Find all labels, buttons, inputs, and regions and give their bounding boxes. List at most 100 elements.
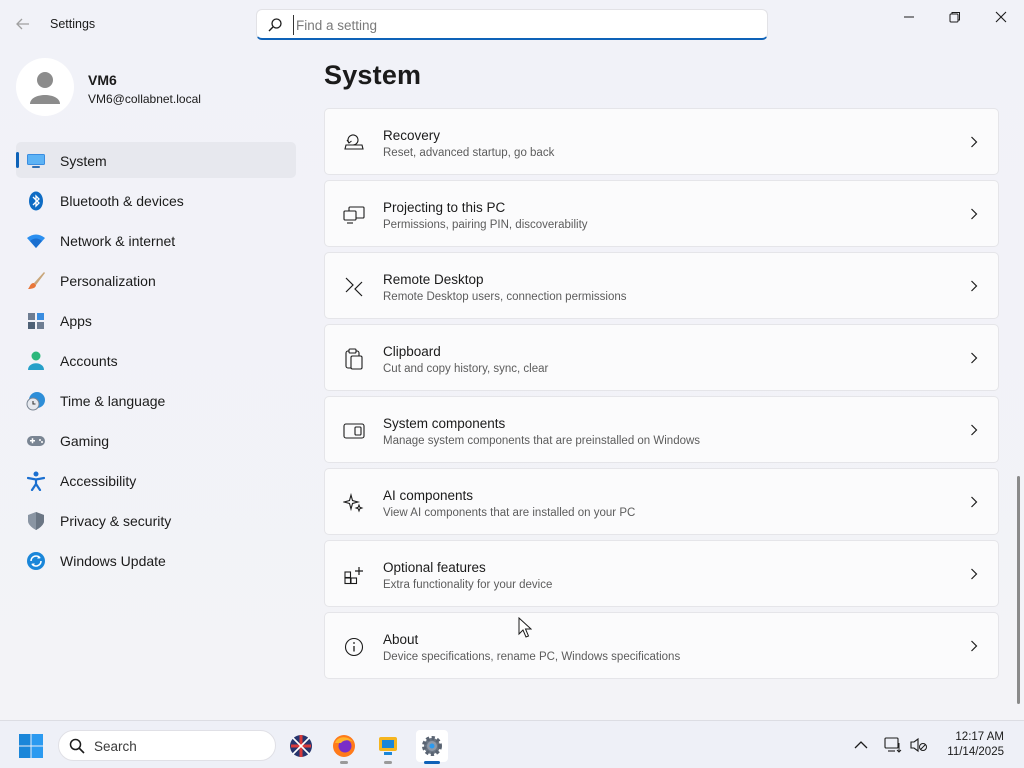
sidebar-item-privacy-security[interactable]: Privacy & security — [16, 502, 296, 538]
sidebar-item-label: Accessibility — [60, 473, 137, 489]
mouse-cursor-icon — [518, 617, 532, 638]
card-title: AI components — [383, 488, 474, 503]
sidebar-item-label: Privacy & security — [60, 513, 172, 529]
network-status-icon[interactable] — [884, 736, 902, 754]
sidebar-item-system[interactable]: System — [16, 142, 296, 178]
apps-icon — [26, 311, 46, 331]
running-indicator — [424, 761, 440, 764]
settings-card-list: Recovery Reset, advanced startup, go bac… — [324, 108, 999, 684]
restore-icon — [949, 12, 960, 23]
profile-email: VM6@collabnet.local — [88, 92, 201, 106]
card-system-components[interactable]: System components Manage system componen… — [324, 396, 999, 463]
card-title: Remote Desktop — [383, 272, 484, 287]
card-description: Manage system components that are preins… — [383, 435, 701, 447]
person-icon — [26, 351, 46, 371]
sidebar-item-label: Personalization — [60, 273, 156, 289]
app-title: Settings — [50, 17, 96, 31]
sidebar-item-gaming[interactable]: Gaming — [16, 422, 296, 458]
card-description: Reset, advanced startup, go back — [383, 147, 555, 159]
profile-name: VM6 — [88, 72, 117, 88]
sidebar-item-label: System — [60, 153, 107, 169]
back-arrow-icon — [16, 18, 29, 30]
optional-features-icon — [343, 564, 365, 586]
minimize-icon — [904, 16, 914, 18]
taskbar: Search 12:17 AM 11/14/2025 — [0, 720, 1024, 768]
settings-search-box[interactable] — [256, 9, 768, 40]
close-button[interactable] — [979, 4, 1023, 30]
card-projecting-to-this-pc[interactable]: Projecting to this PC Permissions, pairi… — [324, 180, 999, 247]
update-icon — [26, 551, 46, 571]
person-avatar-icon — [30, 72, 60, 104]
settings-window: Settings VM6 VM6@collabnet.local — [0, 0, 1024, 720]
card-description: Device specifications, rename PC, Window… — [383, 651, 681, 663]
sidebar-item-accounts[interactable]: Accounts — [16, 342, 296, 378]
sidebar-item-network[interactable]: Network & internet — [16, 222, 296, 258]
card-remote-desktop[interactable]: Remote Desktop Remote Desktop users, con… — [324, 252, 999, 319]
clock-globe-icon — [26, 391, 46, 411]
taskbar-search[interactable]: Search — [58, 730, 276, 761]
sidebar-item-label: Time & language — [60, 393, 166, 409]
running-indicator — [340, 761, 348, 764]
start-button[interactable] — [18, 733, 44, 759]
chevron-right-icon — [968, 279, 980, 293]
vpn-globe-icon — [290, 735, 312, 757]
clock[interactable]: 12:17 AM 11/14/2025 — [924, 730, 1004, 760]
info-icon — [343, 636, 365, 658]
chevron-right-icon — [968, 351, 980, 365]
taskbar-app-firefox[interactable] — [328, 730, 360, 764]
card-title: Projecting to this PC — [383, 200, 506, 215]
settings-gear-icon — [422, 736, 442, 756]
system-components-icon — [343, 420, 365, 442]
card-about[interactable]: About Device specifications, rename PC, … — [324, 612, 999, 679]
chevron-right-icon — [968, 207, 980, 221]
card-title: System components — [383, 416, 506, 431]
sidebar-item-windows-update[interactable]: Windows Update — [16, 542, 296, 578]
taskbar-search-label: Search — [94, 739, 137, 754]
chevron-right-icon — [968, 423, 980, 437]
sidebar-item-personalization[interactable]: Personalization — [16, 262, 296, 298]
user-profile[interactable]: VM6 VM6@collabnet.local — [16, 58, 296, 118]
card-title: Recovery — [383, 128, 441, 143]
search-icon — [69, 738, 85, 754]
remote-desktop-icon — [343, 276, 365, 298]
taskbar-app-remote[interactable] — [372, 730, 404, 764]
card-recovery[interactable]: Recovery Reset, advanced startup, go bac… — [324, 108, 999, 175]
card-optional-features[interactable]: Optional features Extra functionality fo… — [324, 540, 999, 607]
remote-app-icon — [379, 737, 397, 755]
projecting-icon — [343, 204, 365, 226]
clock-date: 11/14/2025 — [947, 746, 1004, 758]
settings-search-input[interactable] — [293, 15, 753, 35]
card-title: Optional features — [383, 560, 486, 575]
back-button[interactable] — [10, 12, 36, 36]
sidebar-nav: System Bluetooth & devices Network & int… — [16, 142, 296, 582]
chevron-right-icon — [968, 567, 980, 581]
sidebar-item-apps[interactable]: Apps — [16, 302, 296, 338]
minimize-button[interactable] — [887, 4, 931, 30]
taskbar-app-settings[interactable] — [416, 730, 448, 764]
card-clipboard[interactable]: Clipboard Cut and copy history, sync, cl… — [324, 324, 999, 391]
system-icon — [26, 151, 46, 171]
sidebar-item-label: Gaming — [60, 433, 110, 449]
bluetooth-icon — [26, 191, 46, 211]
sidebar-item-accessibility[interactable]: Accessibility — [16, 462, 296, 498]
shield-icon — [26, 511, 46, 531]
title-bar: Settings — [0, 0, 1024, 48]
firefox-icon — [333, 735, 355, 757]
sidebar-item-label: Accounts — [60, 353, 118, 369]
sparkle-icon — [343, 492, 365, 514]
chevron-right-icon — [968, 639, 980, 653]
sidebar-item-bluetooth[interactable]: Bluetooth & devices — [16, 182, 296, 218]
tray-chevron-up-icon[interactable] — [852, 736, 870, 754]
windows-logo-icon — [19, 734, 43, 758]
page-title: System — [324, 60, 422, 90]
sidebar-item-label: Apps — [60, 313, 92, 329]
card-ai-components[interactable]: AI components View AI components that ar… — [324, 468, 999, 535]
restore-button[interactable] — [933, 4, 977, 30]
chevron-right-icon — [968, 135, 980, 149]
main-scrollbar[interactable] — [1017, 476, 1020, 704]
sidebar-item-time-language[interactable]: Time & language — [16, 382, 296, 418]
card-description: Permissions, pairing PIN, discoverabilit… — [383, 219, 588, 231]
taskbar-app-vpn[interactable] — [285, 730, 317, 762]
sidebar-item-label: Network & internet — [60, 233, 176, 249]
close-icon — [995, 11, 1007, 23]
